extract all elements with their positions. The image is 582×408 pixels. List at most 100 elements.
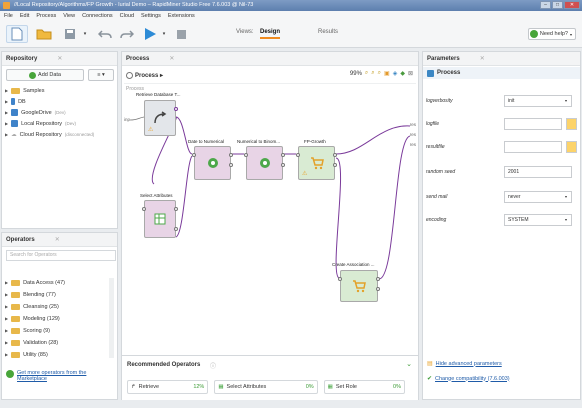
tab-repository[interactable]: Repository ✕ [2, 52, 117, 66]
tab-process[interactable]: Process ✕ [122, 52, 418, 66]
menu-settings[interactable]: Settings [141, 11, 161, 21]
operator-select-attributes[interactable] [142, 200, 178, 238]
send-mail-select[interactable]: never ▾ [504, 191, 572, 203]
port-out[interactable] [229, 163, 233, 167]
close-tab-icon[interactable]: ✕ [57, 56, 62, 62]
port-out[interactable] [229, 153, 233, 157]
new-process-button[interactable] [6, 25, 28, 43]
param-random-seed: random seed 2001 [426, 166, 577, 179]
repo-item-local[interactable]: ▶ Local Repository (Dev) [5, 119, 76, 128]
close-button[interactable]: ✕ [564, 1, 580, 9]
op-category[interactable]: ▶ Scoring (9) [5, 326, 50, 335]
operator-numerical-to-binominal[interactable] [244, 146, 285, 180]
redo-button[interactable] [117, 25, 137, 43]
op-category[interactable]: ▶ Data Access (47) [5, 278, 65, 287]
encoding-select[interactable]: SYSTEM ▾ [504, 214, 572, 226]
port-in[interactable] [192, 153, 196, 157]
port-out[interactable] [333, 153, 337, 157]
operator-retrieve[interactable]: ⚠ [144, 100, 178, 136]
file-chooser-button[interactable] [566, 141, 577, 153]
open-button[interactable] [33, 25, 55, 43]
repo-item-db[interactable]: ▶ DB [5, 97, 26, 106]
change-compatibility-link[interactable]: ✔ Change compatibility (7.6.003) [427, 375, 510, 383]
logverbosity-select[interactable]: init ▾ [504, 95, 572, 107]
port-out[interactable] [376, 277, 380, 281]
breadcrumb[interactable]: Process ▸ [126, 69, 163, 81]
close-tab-icon[interactable]: ✕ [55, 237, 60, 243]
op-category[interactable]: ▶ Blending (77) [5, 290, 56, 299]
menu-cloud[interactable]: Cloud [120, 11, 134, 21]
recommended-item[interactable]: ▦ Set Role 0% [323, 380, 405, 394]
tab-results[interactable]: Results [318, 29, 338, 35]
port-in[interactable] [142, 207, 146, 211]
run-button[interactable] [140, 25, 160, 43]
add-data-button[interactable]: Add Data [6, 69, 84, 81]
info-icon[interactable]: ⓘ [210, 361, 216, 370]
port-in[interactable] [244, 153, 248, 157]
marketplace-link[interactable]: Get more operators from the Marketplace [6, 370, 106, 382]
menu-edit[interactable]: Edit [20, 11, 29, 21]
menu-extensions[interactable]: Extensions [168, 11, 195, 21]
zoom-fit-icon[interactable]: ⌕ [378, 70, 381, 77]
menu-view[interactable]: View [63, 11, 75, 21]
repo-item-samples[interactable]: ▶ Samples [5, 86, 44, 95]
port-in[interactable] [296, 153, 300, 157]
stop-icon [176, 29, 186, 39]
logfile-input[interactable] [504, 118, 562, 130]
run-dropdown[interactable]: ▾ [160, 25, 168, 43]
operator-search-input[interactable]: Search for Operators [6, 250, 116, 261]
repo-item-cloud[interactable]: ▶ ☁ Cloud Repository (disconnected) [5, 130, 94, 139]
menu-connections[interactable]: Connections [82, 11, 113, 21]
port-out[interactable] [333, 163, 337, 167]
port-out[interactable] [281, 153, 285, 157]
port-out[interactable] [174, 207, 178, 211]
auto-wire-icon[interactable]: ◆ [400, 70, 405, 77]
tab-parameters[interactable]: Parameters ✕ [423, 52, 580, 66]
process-canvas[interactable]: Process inp res res res Retrieve Databas… [124, 83, 416, 353]
file-chooser-button[interactable] [566, 118, 577, 130]
note-icon[interactable]: ▣ [384, 70, 390, 77]
close-tab-icon[interactable]: ✕ [169, 56, 174, 62]
hide-advanced-link[interactable]: ▤ Hide advanced parameters [427, 360, 502, 368]
database-icon [11, 98, 16, 105]
chevron-down-icon[interactable]: ⌄ [406, 360, 412, 368]
recommended-item[interactable]: ▦ Select Attributes 0% [214, 380, 318, 394]
port-out[interactable] [174, 107, 178, 111]
tab-design[interactable]: Design [260, 29, 281, 39]
repo-item-googledrive[interactable]: ▶ GoogleDrive (Dev) [5, 108, 66, 117]
close-tab-icon[interactable]: ✕ [480, 56, 485, 62]
stop-button[interactable] [172, 25, 190, 43]
menu-process[interactable]: Process [36, 11, 56, 21]
op-category[interactable]: ▶ Modeling (129) [5, 314, 60, 323]
save-button[interactable] [59, 25, 81, 43]
op-category[interactable]: ▶ Validation (28) [5, 338, 58, 347]
expand-icon[interactable]: ⊠ [408, 70, 413, 77]
window-title: //Local Repository/Algorithms/FP Growth … [14, 2, 254, 8]
port-out[interactable] [281, 163, 285, 167]
operator-create-association-rules[interactable] [338, 270, 380, 302]
op-category[interactable]: ▶ Utility (85) [5, 350, 48, 359]
op-category[interactable]: ▶ Cleansing (25) [5, 302, 59, 311]
random-seed-input[interactable]: 2001 [504, 166, 572, 178]
need-help-button[interactable]: Need help? ▾ [527, 28, 576, 40]
scrollbar[interactable] [109, 278, 114, 358]
repository-menu-button[interactable]: ≡ ▾ [88, 69, 114, 81]
warning-icon: ⚠ [148, 127, 154, 133]
operator-date-to-numerical[interactable] [192, 146, 233, 180]
port-out[interactable] [376, 287, 380, 291]
recommended-item[interactable]: ↱ Retrieve 12% [127, 380, 209, 394]
resultfile-input[interactable] [504, 141, 562, 153]
zoom-in-icon[interactable]: ⌕ [365, 70, 368, 77]
tab-operators[interactable]: Operators ✕ [2, 233, 117, 247]
undo-button[interactable] [95, 25, 115, 43]
save-dropdown[interactable]: ▾ [81, 25, 89, 43]
port-in[interactable] [338, 277, 342, 281]
minimize-button[interactable]: – [540, 1, 551, 9]
menu-file[interactable]: File [4, 11, 13, 21]
operator-fp-growth[interactable]: ⚠ [296, 146, 337, 180]
window-controls: – □ ✕ [540, 1, 580, 9]
zoom-out-icon[interactable]: ⌕ [371, 70, 374, 77]
arrange-icon[interactable]: ◈ [393, 70, 398, 77]
maximize-button[interactable]: □ [552, 1, 563, 9]
port-out[interactable] [174, 227, 178, 231]
